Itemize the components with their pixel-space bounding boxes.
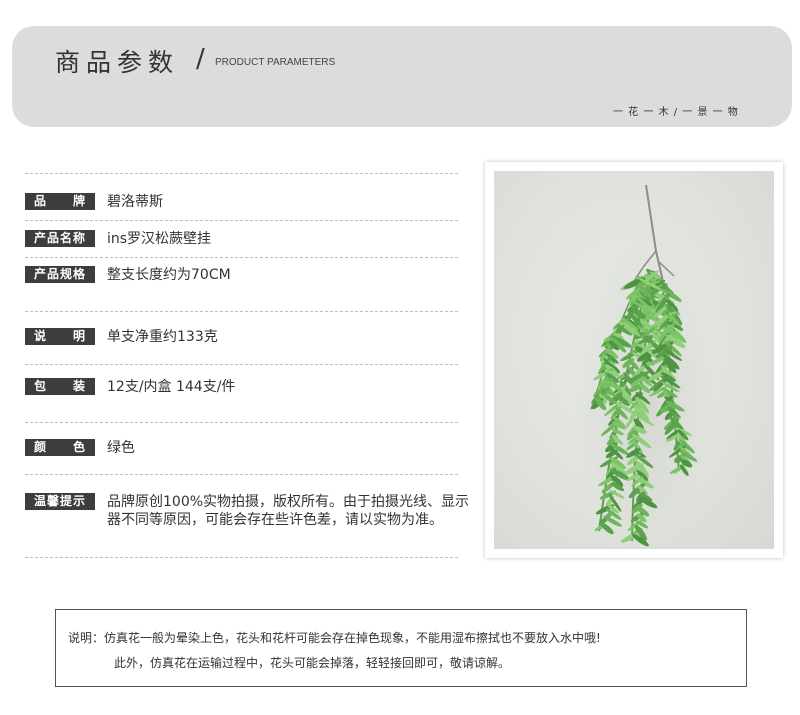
brand-tagline: 一 花 一 木 / 一 景 一 物: [613, 107, 739, 118]
param-value: 12支/内盒 144支/件: [107, 379, 236, 395]
param-label: 颜 色: [25, 439, 95, 456]
param-row-tips: 温馨提示 品牌原创100%实物拍摄，版权所有。由于拍摄光线、显示器不同等原因，可…: [25, 493, 472, 529]
page-subtitle: PRODUCT PARAMETERS: [215, 57, 336, 68]
param-value: 碧洛蒂斯: [107, 194, 163, 210]
param-row-spec: 产品规格 整支长度约为70CM: [25, 266, 472, 284]
param-value: 品牌原创100%实物拍摄，版权所有。由于拍摄光线、显示器不同等原因，可能会存在些…: [107, 494, 470, 528]
divider: [25, 220, 458, 221]
divider: [25, 364, 458, 365]
param-row-description: 说 明 单支净重约133克: [25, 328, 472, 346]
param-value: 单支净重约133克: [107, 329, 218, 345]
param-label: 说 明: [25, 328, 95, 345]
notice-line: 说明：仿真花一般为晕染上色，花头和花杆可能会存在掉色现象，不能用湿布擦拭也不要放…: [68, 631, 601, 645]
title-slash: /: [196, 44, 205, 74]
param-label: 包 装: [25, 378, 95, 395]
param-value: ins罗汉松蕨壁挂: [107, 231, 212, 247]
param-row-brand: 品 牌 碧洛蒂斯: [25, 193, 472, 211]
param-label: 温馨提示: [25, 493, 95, 510]
param-value: 绿色: [107, 440, 135, 456]
param-label: 品 牌: [25, 193, 95, 210]
param-row-product-name: 产品名称 ins罗汉松蕨壁挂: [25, 230, 472, 248]
divider: [25, 557, 458, 558]
product-photo: [494, 171, 774, 549]
param-row-packaging: 包 装 12支/内盒 144支/件: [25, 378, 472, 396]
divider: [25, 474, 458, 475]
notice-line: 此外，仿真花在运输过程中，花头可能会掉落，轻轻接回即可，敬请谅解。: [114, 656, 511, 670]
param-label: 产品名称: [25, 230, 95, 247]
divider: [25, 422, 458, 423]
divider: [25, 311, 458, 312]
divider: [25, 173, 458, 174]
param-row-color: 颜 色 绿色: [25, 439, 472, 457]
param-value: 整支长度约为70CM: [107, 267, 231, 283]
hanging-fern-image: [574, 184, 714, 547]
divider: [25, 257, 458, 258]
product-photo-frame: [485, 162, 783, 558]
param-label: 产品规格: [25, 266, 95, 283]
page-title: 商品参数: [55, 48, 180, 77]
notice-box: 说明：仿真花一般为晕染上色，花头和花杆可能会存在掉色现象，不能用湿布擦拭也不要放…: [55, 609, 747, 687]
